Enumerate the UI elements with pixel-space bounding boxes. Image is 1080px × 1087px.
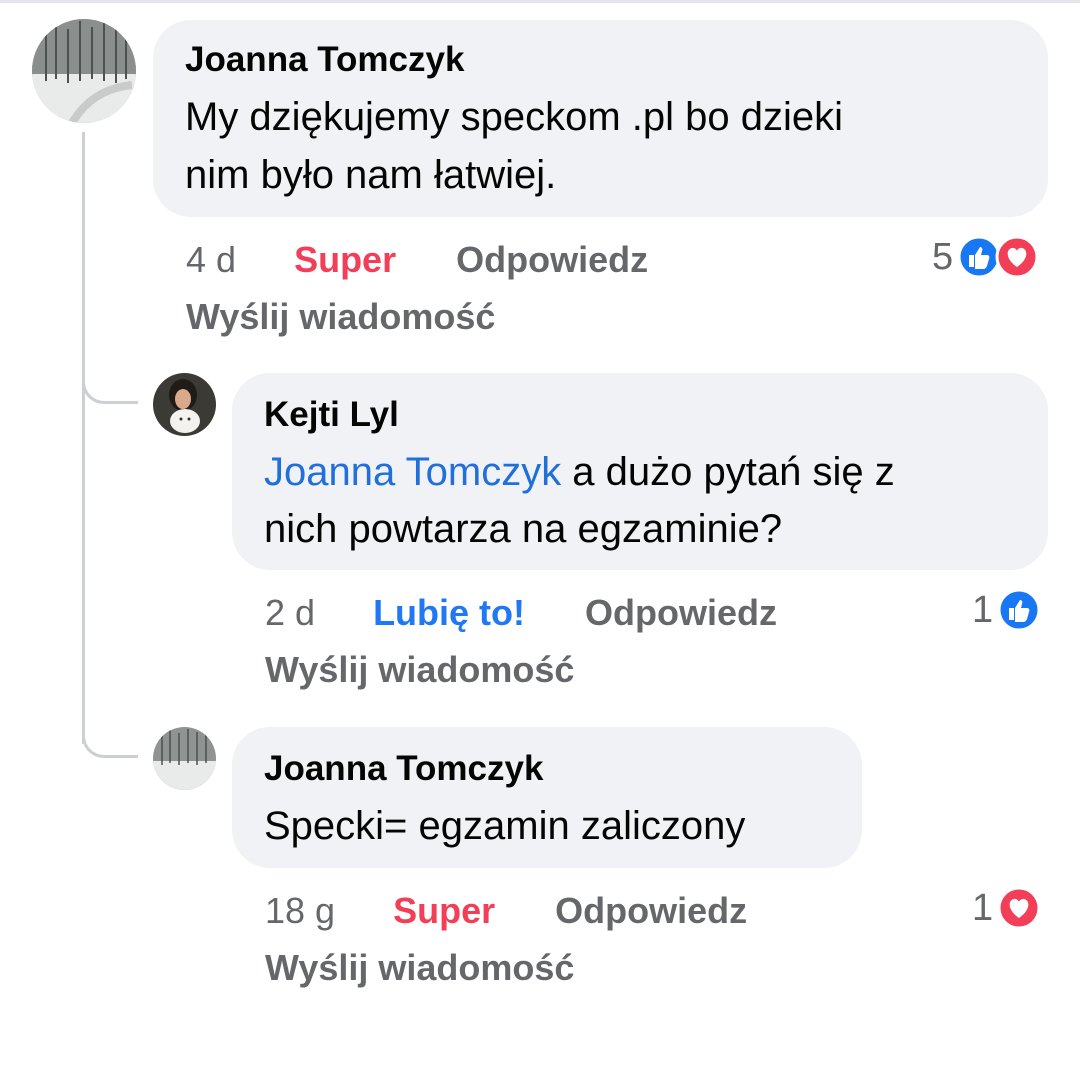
comment-actions: 18 g Super Odpowiedz xyxy=(265,891,747,931)
top-divider xyxy=(0,0,1080,3)
reply-button[interactable]: Odpowiedz xyxy=(585,592,777,633)
comment-text-line: nim było nam łatwiej. xyxy=(185,153,557,197)
reaction-button[interactable]: Super xyxy=(294,239,396,280)
avatar-woman-with-dog-image xyxy=(153,373,216,436)
thread-line-branch-2 xyxy=(82,734,138,758)
reaction-button[interactable]: Super xyxy=(393,890,495,931)
avatar[interactable] xyxy=(153,727,216,790)
reply-button[interactable]: Odpowiedz xyxy=(456,239,648,280)
thread-line-vertical xyxy=(82,132,85,744)
send-message-button[interactable]: Wyślij wiadomość xyxy=(265,650,574,690)
avatar[interactable] xyxy=(32,19,136,123)
comment-timestamp[interactable]: 4 d xyxy=(186,239,236,280)
comment-bubble: Kejti Lyl Joanna Tomczyk a dużo pytań si… xyxy=(232,373,1048,570)
reaction-button[interactable]: Lubię to! xyxy=(373,592,525,633)
send-message-button[interactable]: Wyślij wiadomość xyxy=(265,948,574,988)
comment-author[interactable]: Joanna Tomczyk xyxy=(185,40,464,80)
reaction-summary[interactable]: 1 xyxy=(972,886,1041,930)
reaction-count: 5 xyxy=(932,235,954,278)
reaction-summary[interactable]: 5 xyxy=(932,235,1039,279)
like-icon xyxy=(997,588,1041,632)
reaction-count: 1 xyxy=(972,886,994,929)
comment-actions: 2 d Lubię to! Odpowiedz xyxy=(265,593,777,633)
comment-text-fragment: a dużo pytań się z xyxy=(561,450,895,494)
avatar-winter-forest-image xyxy=(153,727,216,790)
comment-author[interactable]: Joanna Tomczyk xyxy=(264,749,543,789)
avatar[interactable] xyxy=(153,373,216,436)
comment-timestamp[interactable]: 18 g xyxy=(265,890,335,931)
comment-actions: 4 d Super Odpowiedz xyxy=(186,240,648,280)
comment-text-line: nich powtarza na egzaminie? xyxy=(264,507,783,551)
avatar-winter-forest-image xyxy=(32,19,136,123)
comment-bubble: Joanna Tomczyk Specki= egzamin zaliczony xyxy=(232,727,862,868)
love-icon xyxy=(995,235,1039,279)
love-icon xyxy=(997,886,1041,930)
comment-text-line: Specki= egzamin zaliczony xyxy=(264,804,746,848)
comment-text-line: Joanna Tomczyk a dużo pytań się z xyxy=(264,447,895,497)
reply-button[interactable]: Odpowiedz xyxy=(555,890,747,931)
comment-author[interactable]: Kejti Lyl xyxy=(264,395,399,435)
thread-line-branch-1 xyxy=(82,380,138,404)
reaction-count: 1 xyxy=(972,588,994,631)
reaction-summary[interactable]: 1 xyxy=(972,588,1041,632)
comment-text-line: My dziękujemy speckom .pl bo dzieki xyxy=(185,95,844,139)
comment-bubble: Joanna Tomczyk My dziękujemy speckom .pl… xyxy=(153,20,1048,217)
send-message-button[interactable]: Wyślij wiadomość xyxy=(186,297,495,337)
mention-link[interactable]: Joanna Tomczyk xyxy=(264,450,561,494)
comment-timestamp[interactable]: 2 d xyxy=(265,592,315,633)
